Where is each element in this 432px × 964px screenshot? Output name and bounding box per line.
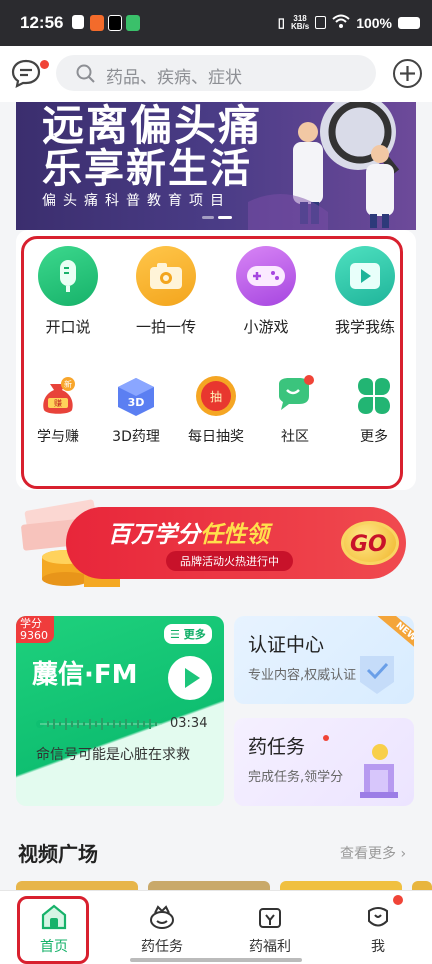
hero-subtitle: 偏头痛科普教育项目 (42, 193, 231, 209)
search-placeholder: 药品、疾病、症状 (106, 68, 242, 88)
search-icon (76, 64, 95, 83)
message-badge-dot (40, 60, 49, 69)
list-icon: ☰ (170, 628, 180, 641)
vibrate-icon: ▯ (277, 14, 285, 30)
task-description: 完成任务,领学分 (248, 770, 344, 785)
promo-subtitle: 品牌活动火热进行中 (166, 551, 293, 571)
drug-task-card[interactable]: 药任务 完成任务,领学分 (234, 718, 414, 806)
trophy-podium-icon (360, 744, 398, 798)
hero-banner[interactable]: 远离偏头痛 乐享新生活 偏头痛科普教育项目 (16, 102, 416, 230)
wifi-icon (332, 14, 350, 31)
audio-waveform (36, 718, 162, 730)
message-icon (11, 59, 41, 88)
credit-badge: 学分 9360 (16, 616, 54, 643)
video-more-label: 查看更多 (340, 846, 396, 862)
network-speed-unit: KB/s (290, 21, 310, 31)
nav-me-label: 我 (371, 939, 385, 955)
fm-more-label: 更多 (183, 628, 206, 641)
play-icon (185, 668, 200, 688)
cert-description: 专业内容,权威认证 (248, 668, 357, 683)
fm-card[interactable]: 学分 9360 ☰ 更多 蘪信·FM 03:34 命信号可能是心脏在求救 (16, 616, 224, 806)
task-badge-dot (323, 735, 329, 741)
cert-title: 认证中心 (248, 634, 325, 656)
fm-title: 蘪信·FM (32, 660, 138, 690)
promo-title-part2: 任性领 (200, 522, 269, 548)
gesture-bar (130, 958, 302, 962)
fm-more-button[interactable]: ☰ 更多 (164, 624, 212, 644)
video-section-title: 视频广场 (18, 842, 98, 866)
profile-icon (364, 903, 392, 931)
go-button-label: GO (350, 532, 387, 557)
chevron-right-icon: › (400, 846, 407, 862)
plus-icon (400, 66, 415, 81)
doctors-illustration (248, 102, 400, 230)
nav-me[interactable]: 我 (324, 891, 432, 964)
hero-title-line2: 乐享新生活 (42, 146, 252, 192)
nav-drug-benefit-label: 药福利 (249, 939, 291, 955)
add-button[interactable] (393, 59, 422, 88)
app-notification-icon-2 (126, 15, 140, 31)
new-ribbon: NEW (377, 616, 414, 658)
status-time: 12:56 (20, 13, 64, 32)
nav-drug-benefit[interactable]: 药福利 (216, 891, 324, 964)
certification-center-card[interactable]: 认证中心 专业内容,权威认证 NEW (234, 616, 414, 704)
task-icon (148, 903, 176, 931)
highlight-frame-home (17, 896, 89, 964)
promo-title-part1: 百万学分 (108, 522, 200, 548)
search-row: 药品、疾病、症状 (0, 46, 432, 102)
nav-drug-task[interactable]: 药任务 (108, 891, 216, 964)
gift-icon (256, 903, 284, 931)
battery-percent: 100% (356, 14, 392, 31)
task-title: 药任务 (248, 736, 306, 758)
search-input[interactable]: 药品、疾病、症状 (56, 55, 376, 91)
message-button[interactable] (10, 58, 42, 88)
battery-icon (398, 16, 420, 29)
tiktok-icon (108, 15, 122, 31)
shield-check-icon (72, 15, 84, 29)
fm-duration: 03:34 (170, 716, 208, 731)
fm-description: 命信号可能是心脏在求救 (36, 747, 190, 763)
credit-value: 9360 (20, 629, 48, 642)
app-notification-icon (90, 15, 104, 31)
promo-title: 百万学分任性领 (108, 515, 269, 549)
promo-banner[interactable]: 百万学分任性领 品牌活动火热进行中 GO (16, 495, 416, 599)
me-badge-dot (393, 895, 403, 905)
go-button[interactable]: GO (341, 521, 399, 565)
certificate-icon (360, 656, 394, 694)
status-bar: 12:56 ▯ 318 KB/s 100% (0, 0, 432, 46)
video-more-link[interactable]: 查看更多 › (340, 843, 406, 863)
nav-drug-task-label: 药任务 (141, 939, 183, 955)
fm-play-button[interactable] (168, 656, 212, 700)
network-speed: 318 KB/s (290, 14, 310, 31)
sim-icon (315, 16, 327, 29)
highlight-frame (21, 236, 403, 489)
carousel-indicator (202, 216, 232, 219)
